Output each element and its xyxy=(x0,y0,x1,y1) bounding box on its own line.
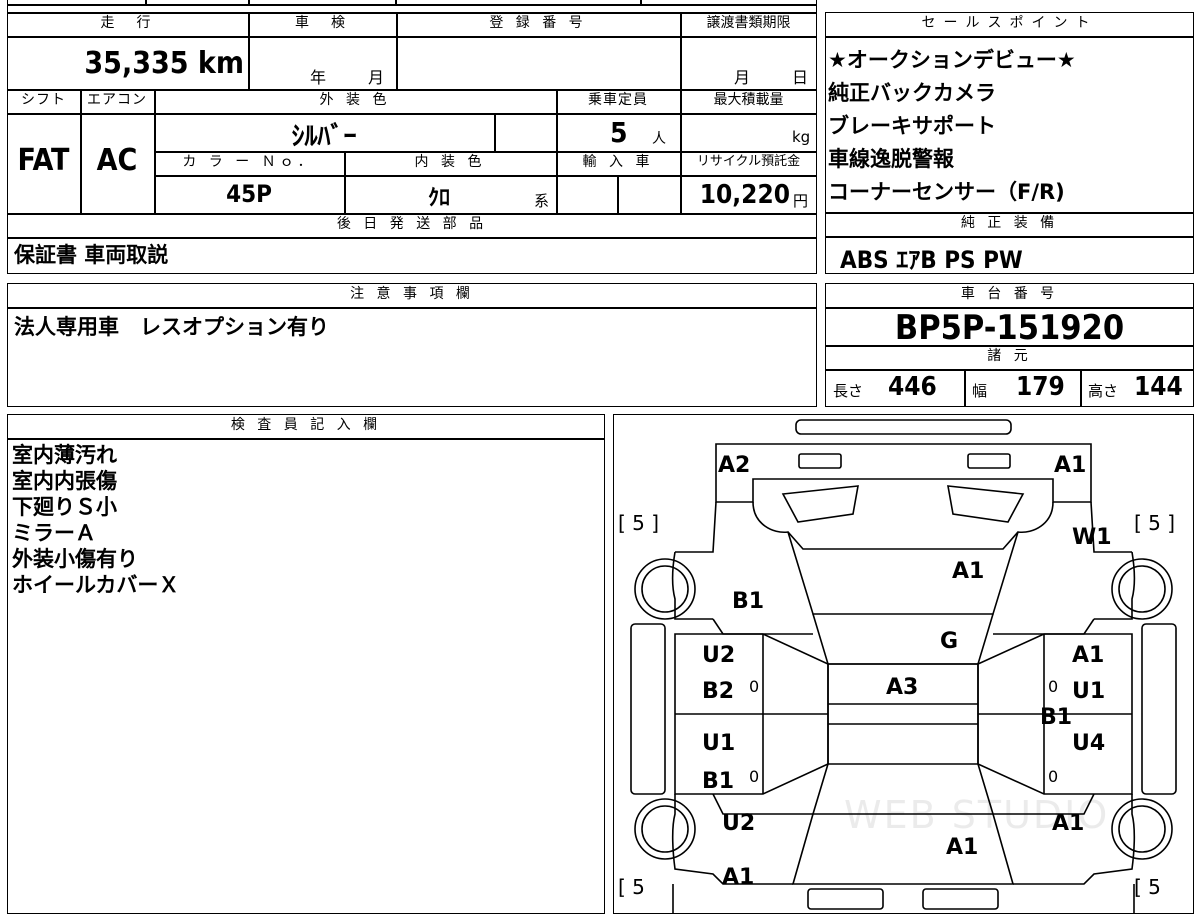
sales-point-item: コーナーセンサー（F/R) xyxy=(828,180,1065,204)
damage-label: A1 xyxy=(722,865,755,890)
recycle-unit: 円 xyxy=(793,192,809,210)
sales-point-list: ★オークションデビュー★ 純正バックカメラ ブレーキサポート 車線逸脱警報 コー… xyxy=(828,44,1076,209)
damage-label: B1 xyxy=(1040,705,1073,730)
damage-label: A2 xyxy=(718,453,751,478)
damage-label: A1 xyxy=(1054,453,1087,478)
tire-front-right: [ 5 ] xyxy=(1134,511,1176,535)
transfer-month: 月 xyxy=(734,68,751,87)
tire-rear-left: [ 5 xyxy=(618,875,645,899)
damage-label: 0 xyxy=(749,767,760,786)
max-load-header: 最大積載量 xyxy=(713,92,784,108)
height-value: 144 xyxy=(1134,372,1183,402)
max-load-unit: kg xyxy=(792,128,811,146)
damage-label: A1 xyxy=(946,835,979,860)
transfer-day: 日 xyxy=(792,68,809,87)
sales-point-item: ブレーキサポート xyxy=(828,114,996,138)
car-damage-diagram: [ 5 ] [ 5 ] [ 5 [ 5 A2 A1 W1 A1 B1 G U2 … xyxy=(613,414,1194,914)
damage-label: B1 xyxy=(732,589,765,614)
recycle-header: リサイクル預託金 xyxy=(696,154,801,169)
spec-header: 諸 元 xyxy=(987,348,1032,364)
inspector-note: 外装小傷有り xyxy=(12,547,138,571)
inspector-notes: 室内薄汚れ 室内内張傷 下廻りＳ小 ミラーＡ 外装小傷有り ホイールカバーＸ xyxy=(12,442,179,598)
recycle-value: 10,220 xyxy=(699,180,790,210)
sales-point-item: 純正バックカメラ xyxy=(828,81,996,105)
shaken-month: 月 xyxy=(368,68,385,87)
equipment-text: ABS ｴｱB PS PW xyxy=(840,246,1023,274)
inspector-note: ホイールカバーＸ xyxy=(12,573,180,597)
damage-label: G xyxy=(940,629,959,654)
length-label: 長さ xyxy=(833,382,864,400)
caution-header: 注 意 事 項 欄 xyxy=(350,286,474,302)
sales-point-item: ★オークションデビュー★ xyxy=(828,48,1076,72)
aircon-header: エアコン xyxy=(87,92,147,108)
import-header: 輸 入 車 xyxy=(582,154,654,170)
damage-label: 0 xyxy=(1048,677,1059,696)
inspector-note: ミラーＡ xyxy=(12,521,96,545)
damage-label: B1 xyxy=(702,769,735,794)
mileage-value: 35,335 km xyxy=(84,46,244,81)
damage-label: U2 xyxy=(722,811,756,836)
watermark: WEB STUDIO xyxy=(844,793,1110,837)
inspector-header: 検 査 員 記 入 欄 xyxy=(230,417,382,433)
interior-color-value: ｸﾛ xyxy=(427,186,450,211)
inspector-note: 室内内張傷 xyxy=(12,469,117,493)
exterior-color-header: 外 装 色 xyxy=(319,92,391,108)
height-label: 高さ xyxy=(1088,382,1119,400)
inspector-note: 室内薄汚れ xyxy=(12,443,117,467)
interior-color-suffix: 系 xyxy=(534,192,550,210)
transfer-deadline-header: 譲渡書類期限 xyxy=(706,15,791,31)
sales-point-item: 車線逸脱警報 xyxy=(828,147,954,171)
color-no-header: カ ラ ー Ｎｏ． xyxy=(182,154,316,170)
damage-label: W1 xyxy=(1072,525,1112,550)
shift-header: シフト xyxy=(21,92,66,108)
registration-header: 登 録 番 号 xyxy=(489,15,587,31)
damage-label: U1 xyxy=(702,731,736,756)
damage-label: A3 xyxy=(886,675,919,700)
equipment-header: 純 正 装 備 xyxy=(960,215,1059,231)
caution-text: 法人専用車 レスオプション有り xyxy=(14,315,329,339)
inspector-note: 下廻りＳ小 xyxy=(12,495,117,519)
damage-label: B2 xyxy=(702,679,735,704)
tire-rear-right: [ 5 xyxy=(1134,875,1161,899)
later-parts-header: 後 日 発 送 部 品 xyxy=(336,216,488,232)
exterior-color-value: ｼﾙﾊﾞｰ xyxy=(291,122,357,152)
damage-label: U4 xyxy=(1072,731,1106,756)
damage-label: 0 xyxy=(749,677,760,696)
shaken-header: 車 検 xyxy=(295,15,349,31)
damage-label: U2 xyxy=(702,643,736,668)
aircon-value: AC xyxy=(96,143,138,178)
shift-value: FAT xyxy=(17,143,70,178)
width-label: 幅 xyxy=(972,382,988,400)
capacity-header: 乗車定員 xyxy=(588,92,648,108)
mileage-header: 走 行 xyxy=(100,15,155,31)
color-no-value: 45P xyxy=(226,180,272,208)
chassis-header: 車 台 番 号 xyxy=(960,286,1059,302)
interior-color-header: 内 装 色 xyxy=(414,154,486,170)
damage-label: A1 xyxy=(1072,643,1105,668)
capacity-unit: 人 xyxy=(652,131,666,147)
sales-point-header: セールスポイント xyxy=(921,15,1098,31)
width-value: 179 xyxy=(1016,372,1065,402)
chassis-number: BP5P-151920 xyxy=(894,308,1125,348)
later-parts-text: 保証書 車両取説 xyxy=(14,243,169,267)
tire-front-left: [ 5 ] xyxy=(618,511,660,535)
damage-label: 0 xyxy=(1048,767,1059,786)
damage-label: U1 xyxy=(1072,679,1106,704)
capacity-value: 5 xyxy=(610,116,628,149)
damage-label: A1 xyxy=(952,559,985,584)
length-value: 446 xyxy=(888,372,937,402)
shaken-year: 年 xyxy=(310,68,327,87)
